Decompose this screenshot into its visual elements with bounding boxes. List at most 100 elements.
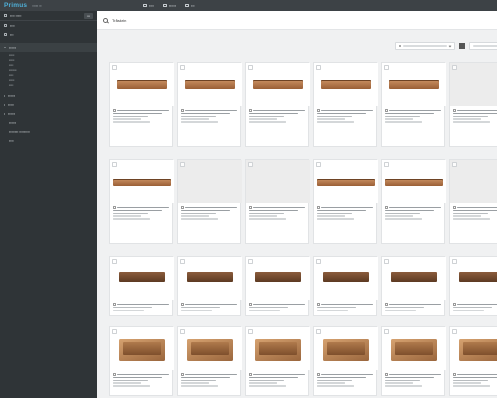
select-checkbox-icon[interactable] [316,162,321,167]
select-checkbox-icon[interactable] [316,65,321,70]
result-card[interactable] [381,326,446,396]
select-checkbox-icon[interactable] [384,162,389,167]
result-card[interactable] [449,256,497,316]
result-card[interactable] [245,159,310,244]
select-checkbox-icon[interactable] [248,329,253,334]
result-thumbnail[interactable] [450,160,497,203]
sidebar-group[interactable]: ▪▪▪▪▪▪ [0,91,97,100]
result-thumbnail[interactable] [246,63,310,106]
result-thumbnail[interactable] [314,257,378,300]
result-thumbnail[interactable] [110,63,174,106]
result-card[interactable] [245,256,310,316]
sort-dropdown[interactable] [469,42,497,50]
result-card[interactable] [313,159,378,244]
sidebar-group[interactable]: ▪▪▪▪▪ [0,100,97,109]
top-nav-item-1[interactable]: ▪▪▪▪ [143,4,154,8]
search-input[interactable] [112,17,312,23]
result-card[interactable] [381,159,446,244]
select-checkbox-icon[interactable] [452,65,457,70]
select-checkbox-icon[interactable] [384,329,389,334]
result-card[interactable] [245,326,310,396]
result-card[interactable] [109,62,174,147]
select-checkbox-icon[interactable] [248,259,253,264]
result-thumbnail[interactable] [246,327,310,370]
top-nav-item-2[interactable]: ▪▪▪▪▪▪ [162,4,176,8]
sidebar-item[interactable]: ▪▪▪▪ [0,21,97,30]
result-card[interactable] [449,62,497,147]
result-thumbnail[interactable] [382,160,446,203]
sidebar-group[interactable]: ▪▪▪▪▪▪ [0,109,97,118]
result-thumbnail[interactable] [110,257,174,300]
select-checkbox-icon[interactable] [112,162,117,167]
result-card[interactable] [381,62,446,147]
result-thumbnail[interactable] [110,160,174,203]
result-card[interactable] [381,256,446,316]
select-checkbox-icon[interactable] [112,329,117,334]
result-thumbnail[interactable] [178,257,242,300]
select-checkbox-icon[interactable] [180,162,185,167]
result-thumbnail[interactable] [450,327,497,370]
grid-view-icon[interactable] [459,43,465,49]
result-thumbnail[interactable] [246,257,310,300]
result-card[interactable] [449,159,497,244]
select-checkbox-icon[interactable] [316,329,321,334]
results-area [97,30,497,398]
result-thumbnail[interactable] [314,63,378,106]
result-thumbnail[interactable] [178,160,242,203]
select-checkbox-icon[interactable] [180,329,185,334]
result-card[interactable] [177,326,242,396]
select-checkbox-icon[interactable] [248,65,253,70]
select-checkbox-icon[interactable] [112,65,117,70]
select-checkbox-icon[interactable] [452,259,457,264]
app-logo[interactable]: Primus [4,2,27,9]
select-checkbox-icon[interactable] [316,259,321,264]
sidebar-item[interactable]: ▪▪▪▪ [0,136,97,145]
result-card[interactable] [109,326,174,396]
filter-dropdown[interactable] [395,42,455,50]
result-card[interactable] [313,326,378,396]
select-checkbox-icon[interactable] [384,65,389,70]
result-thumbnail[interactable] [382,257,446,300]
result-thumbnail[interactable] [450,257,497,300]
sidebar-header-button[interactable]: ▪▪▪ [83,12,93,19]
checkbox-icon [113,109,116,112]
sidebar-group-expanded[interactable]: ▪▪▪▪▪▪ [0,43,97,52]
sidebar-item[interactable]: ▪▪▪▪▪▪ [0,118,97,127]
result-thumbnail[interactable] [110,327,174,370]
result-card[interactable] [177,159,242,244]
select-checkbox-icon[interactable] [180,259,185,264]
object-photo [117,80,167,89]
sidebar-item[interactable]: ▪▪▪ [0,30,97,39]
select-checkbox-icon[interactable] [112,259,117,264]
sidebar-item[interactable]: ▪▪▪▪▪▪▪▪ ▪▪▪▪▪▪▪▪▪ [0,127,97,136]
result-card[interactable] [177,256,242,316]
top-nav-item-3[interactable]: ▪▪▪ [185,4,195,8]
result-thumbnail[interactable] [246,160,310,203]
checkbox-icon [249,206,252,209]
chevron-right-icon [4,94,5,97]
top-nav-icon [143,4,147,7]
object-photo [185,80,235,89]
select-checkbox-icon[interactable] [180,65,185,70]
top-nav: ▪▪▪▪ ▪▪▪▪▪▪ ▪▪▪ [143,0,195,11]
select-checkbox-icon[interactable] [384,259,389,264]
result-card[interactable] [313,256,378,316]
result-thumbnail[interactable] [314,327,378,370]
select-checkbox-icon[interactable] [452,162,457,167]
result-card[interactable] [109,256,174,316]
result-card[interactable] [313,62,378,147]
result-thumbnail[interactable] [314,160,378,203]
select-checkbox-icon[interactable] [248,162,253,167]
select-checkbox-icon[interactable] [452,329,457,334]
result-thumbnail[interactable] [178,63,242,106]
result-card[interactable] [109,159,174,244]
result-card[interactable] [177,62,242,147]
result-card[interactable] [245,62,310,147]
checkbox-icon [113,373,116,376]
result-thumbnail[interactable] [382,327,446,370]
checkbox-icon [399,44,402,48]
result-thumbnail[interactable] [450,63,497,106]
result-thumbnail[interactable] [178,327,242,370]
result-thumbnail[interactable] [382,63,446,106]
result-card[interactable] [449,326,497,396]
